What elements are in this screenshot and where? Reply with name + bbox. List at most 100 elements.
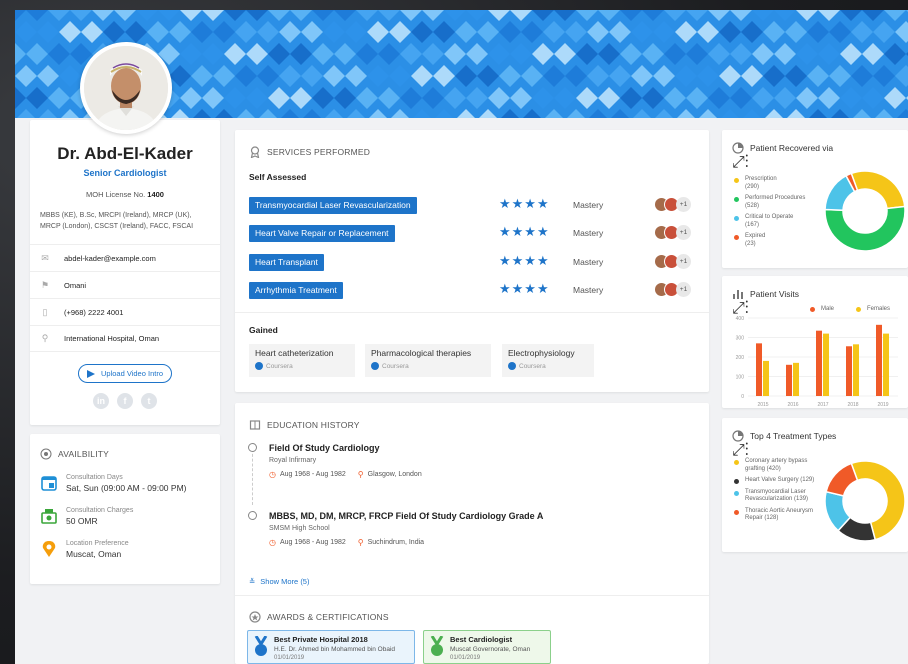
endorser-avatars[interactable]: +1	[654, 282, 691, 297]
education-item: MBBS, MD, DM, MRCP, FRCP Field Of Study …	[269, 511, 544, 547]
profile-page: Dr. Abd-El-Kader Senior Cardiologist MOH…	[15, 10, 908, 664]
clock-icon: ◷	[269, 538, 276, 547]
services-header: SERVICES PERFORMED	[249, 146, 370, 158]
phone-row[interactable]: ▯ (+968) 2222 4001	[30, 298, 220, 325]
bar-male-2019	[876, 324, 882, 396]
endorser-avatars[interactable]: +1	[654, 254, 691, 269]
treatments-legend: Coronary artery bypass grafting (420) He…	[734, 458, 818, 527]
location-icon: ⚲	[357, 470, 364, 479]
location-icon: ⚲	[357, 538, 364, 547]
donut-slice-performed-procedures	[824, 205, 906, 252]
profile-card: Dr. Abd-El-Kader Senior Cardiologist MOH…	[30, 120, 220, 425]
legend-dot-male	[810, 306, 815, 312]
education-card: EDUCATION HISTORY Field Of Study Cardiol…	[235, 403, 709, 664]
award-medal-icon	[430, 636, 444, 656]
bar-chart-icon	[733, 290, 743, 299]
award-card[interactable]: Best Cardiologist Muscat Governorate, Om…	[423, 630, 551, 664]
visits-legend: Male Females	[810, 306, 890, 312]
availability-item: Location Preference Muscat, Oman	[40, 540, 210, 559]
service-row: Heart Transplant ★★★★ Mastery +1	[249, 253, 691, 271]
avatar	[80, 42, 172, 134]
availability-item: Consultation Days Sat, Sun (09:00 AM - 09…	[40, 474, 210, 493]
mastery-level: Mastery	[573, 200, 604, 210]
coursera-icon	[371, 362, 379, 370]
awards-header: AWARDS & CERTIFICATIONS	[249, 611, 389, 623]
timeline-dot	[248, 511, 257, 520]
license-number: MOH License No. 1400	[86, 190, 164, 199]
visits-title: Patient Visits	[732, 288, 898, 300]
more-icon[interactable]: ⋮	[745, 154, 749, 171]
show-more-link[interactable]: ≚ Show More (5)	[249, 577, 309, 586]
service-tag[interactable]: Heart Transplant	[249, 254, 324, 271]
x-tick-label: 2015	[757, 402, 768, 408]
coursera-icon	[508, 362, 516, 370]
services-card: SERVICES PERFORMED Self Assessed Transmy…	[235, 130, 709, 392]
availability-header: AVAILBILITY	[40, 448, 210, 460]
x-tick-label: 2016	[787, 402, 798, 408]
upload-video-button[interactable]: Upload Video Intro	[78, 364, 172, 383]
more-icon[interactable]: ⋮	[745, 442, 749, 459]
flag-icon: ⚑	[40, 279, 50, 290]
award-card[interactable]: Best Private Hospital 2018 H.E. Dr. Ahme…	[247, 630, 415, 664]
y-tick-label: 200	[736, 355, 745, 361]
treatments-card: Top 4 Treatment Types ⤢⋮ Coronary artery…	[722, 418, 908, 552]
facebook-icon[interactable]: f	[117, 393, 133, 409]
legend-dot-female	[856, 306, 862, 312]
calendar-icon	[41, 476, 57, 491]
gained-skill[interactable]: Pharmacological therapies Coursera	[365, 344, 491, 377]
star-rating: ★★★★	[499, 253, 550, 268]
timeline-dot	[248, 443, 257, 452]
avatar-photo	[84, 46, 168, 130]
money-icon	[41, 509, 57, 524]
donut-slice-prescription	[850, 170, 906, 210]
clock-icon: ◷	[269, 470, 276, 479]
timeline-line	[252, 449, 253, 505]
star-rating: ★★★★	[499, 281, 550, 296]
gained-skill[interactable]: Heart catheterization Coursera	[249, 344, 355, 377]
nationality-row: ⚑ Omani	[30, 271, 220, 298]
availability-card: AVAILBILITY Consultation Days Sat, Sun (0…	[30, 434, 220, 584]
gained-label: Gained	[249, 325, 278, 335]
email-row[interactable]: ✉ abdel-kader@example.com	[30, 244, 220, 271]
bar-male-2016	[786, 364, 792, 396]
doctor-name: Dr. Abd-El-Kader	[57, 144, 193, 163]
service-row: Transmyocardial Laser Revascularization …	[249, 196, 691, 214]
service-row: Heart Valve Repair or Replacement ★★★★ M…	[249, 224, 691, 242]
bar-females-2018	[853, 344, 859, 396]
bar-females-2015	[763, 360, 769, 396]
expand-icon[interactable]: ⤢	[732, 154, 745, 171]
self-assessed-label: Self Assessed	[249, 172, 307, 182]
star-rating: ★★★★	[499, 224, 550, 239]
award-medal-icon	[254, 636, 268, 656]
x-tick-label: 2017	[817, 402, 828, 408]
pie-chart-icon	[732, 430, 744, 442]
chevrons-down-icon: ≚	[249, 577, 256, 586]
mastery-level: Mastery	[573, 257, 604, 267]
bar-male-2015	[756, 343, 762, 396]
gained-skill[interactable]: Electrophysiology Coursera	[502, 344, 594, 377]
treatments-title: Top 4 Treatment Types	[732, 430, 898, 442]
recovered-legend: Prescription (290) Performed Procedures (5…	[734, 176, 816, 252]
twitter-icon[interactable]: t	[141, 393, 157, 409]
endorser-avatars[interactable]: +1	[654, 197, 691, 212]
qualifications: MBBS (KE), B.Sc, MRCPI (Ireland), MRCP (…	[40, 212, 194, 230]
pie-chart-icon	[732, 142, 744, 154]
service-tag[interactable]: Transmyocardial Laser Revascularization	[249, 197, 417, 214]
service-tag[interactable]: Arrhythmia Treatment	[249, 282, 343, 299]
divider	[235, 595, 709, 596]
book-icon	[249, 420, 261, 430]
service-tag[interactable]: Heart Valve Repair or Replacement	[249, 225, 395, 242]
availability-item: Consultation Charges 50 OMR	[40, 507, 210, 526]
visits-card: Patient Visits ⤢⋮ Male Females 400 300 200…	[722, 276, 908, 408]
linkedin-icon[interactable]: in	[93, 393, 109, 409]
donut-slice-thoracic-aortic-aneurysm-repair	[825, 462, 859, 497]
education-header: EDUCATION HISTORY	[249, 419, 360, 431]
email-icon: ✉	[41, 252, 49, 263]
recovered-card: Patient Recovered via ⤢⋮ Prescription (29…	[722, 130, 908, 268]
expand-icon[interactable]: ⤢	[732, 442, 745, 459]
endorser-avatars[interactable]: +1	[654, 225, 691, 240]
x-tick-label: 2019	[877, 402, 888, 408]
bar-females-2017	[823, 333, 829, 396]
bar-male-2017	[816, 330, 822, 396]
y-tick-label: 300	[736, 336, 745, 342]
